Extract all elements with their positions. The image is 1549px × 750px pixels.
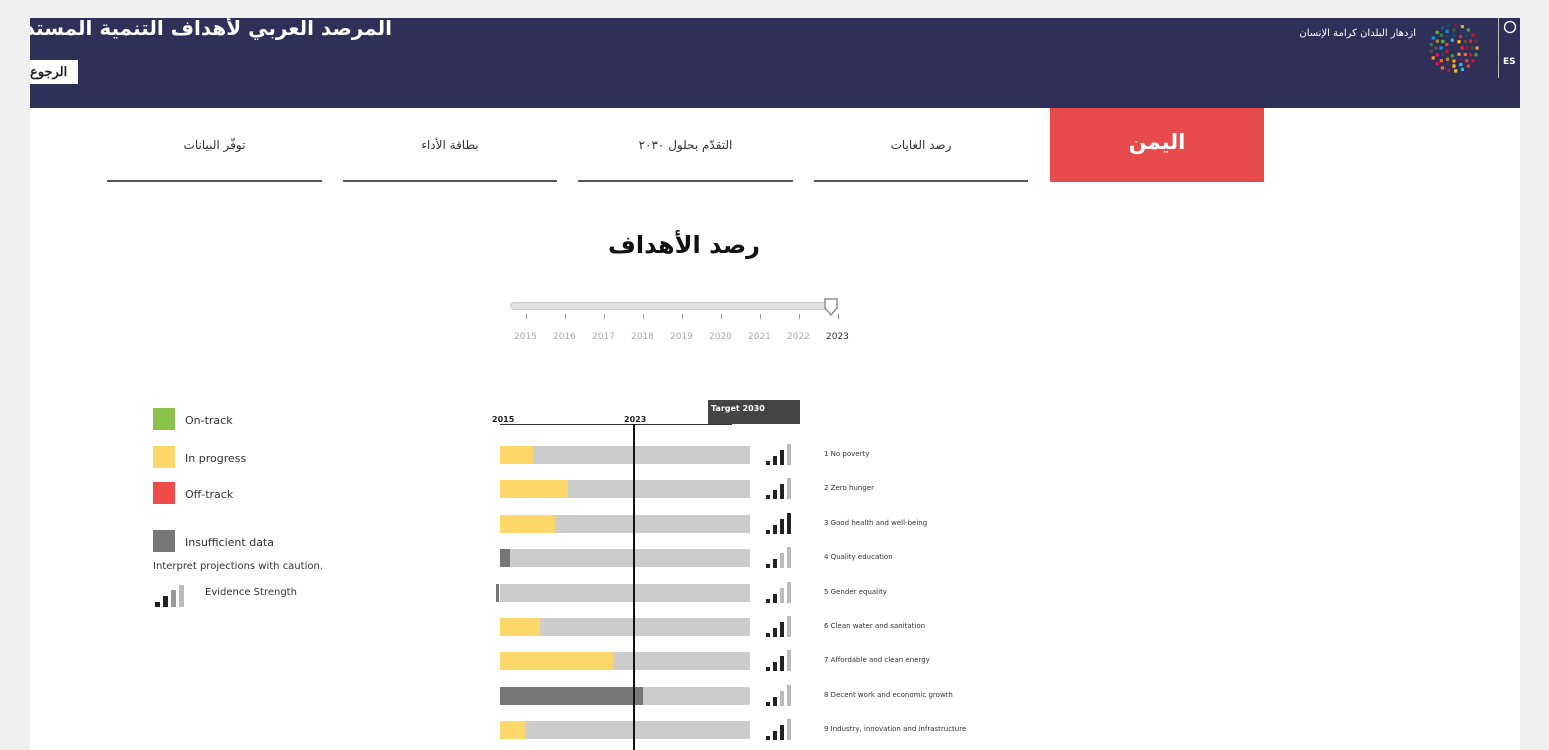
target-2030-label: Target 2030 — [708, 400, 800, 424]
site-header: المرصد العربي لأهداف التنمية المستدامة ا… — [30, 18, 1520, 108]
goal-bar-fill — [500, 687, 643, 705]
in-progress-swatch — [153, 446, 175, 468]
evidence-strength-icon — [766, 547, 798, 569]
section-title: رصد الأهداف — [30, 231, 1338, 259]
goal-label: 2 Zero hunger — [824, 484, 874, 492]
slider-tick — [721, 314, 722, 319]
escwa-abbr: ES — [1503, 57, 1520, 67]
goal-row[interactable]: 4 Quality education — [470, 547, 1070, 567]
caution-note: Interpret projections with caution. — [153, 561, 323, 572]
evidence-strength-icon — [766, 478, 798, 500]
page: المرصد العربي لأهداف التنمية المستدامة ا… — [30, 18, 1520, 750]
off-track-swatch — [153, 482, 175, 504]
slider-year-label[interactable]: 2023 — [826, 332, 849, 342]
year-slider[interactable]: 2015 2016 2017 2018 2019 2020 2021 2022 2023 — [508, 298, 848, 348]
evidence-strength-label: Evidence Strength — [205, 587, 297, 598]
goal-row[interactable]: 9 Industry, innovation and infrastructur… — [470, 719, 1070, 739]
slider-year-label[interactable]: 2020 — [709, 332, 732, 342]
slider-tick — [643, 314, 644, 319]
goal-bar-fill — [500, 446, 533, 464]
tab-data-availability[interactable]: توفّر البيانات — [107, 108, 322, 182]
slider-tick — [682, 314, 683, 319]
evidence-strength-icon — [766, 582, 798, 604]
goal-bar-track — [500, 446, 750, 464]
back-button[interactable]: الرجوع — [30, 60, 78, 84]
goal-bar-fill — [500, 618, 540, 636]
tab-target-tracking[interactable]: رصد الغايات — [814, 108, 1028, 182]
slider-thumb[interactable] — [824, 298, 838, 320]
insufficient-data-label: Insufficient data — [185, 536, 274, 549]
goals-chart: 2015 2023 Target 2030 1 No poverty 2 Zero… — [470, 398, 1070, 750]
slider-year-label[interactable]: 2018 — [631, 332, 654, 342]
goal-row[interactable]: 8 Decent work and economic growth — [470, 685, 1070, 705]
goal-row[interactable]: 3 Good health and well-being — [470, 513, 1070, 533]
axis-line — [500, 424, 732, 425]
tab-scorecard[interactable]: بطاقة الأداء — [343, 108, 557, 182]
slider-year-label[interactable]: 2022 — [787, 332, 810, 342]
evidence-strength-icon — [766, 616, 798, 638]
goal-label: 5 Gender equality — [824, 588, 887, 596]
goal-label: 7 Affordable and clean energy — [824, 656, 930, 664]
current-year-line — [633, 424, 635, 750]
tab-label: بطاقة الأداء — [343, 138, 557, 152]
evidence-strength-icon — [766, 513, 798, 535]
goal-bar-track — [500, 549, 750, 567]
goal-label: 4 Quality education — [824, 553, 893, 561]
evidence-strength-icon — [766, 685, 798, 707]
on-track-swatch — [153, 408, 175, 430]
goal-bar-fill — [500, 480, 568, 498]
evidence-strength-icon — [155, 585, 195, 611]
slider-year-label[interactable]: 2015 — [514, 332, 537, 342]
site-title: المرصد العربي لأهداف التنمية المستدامة — [30, 18, 392, 40]
slider-tick — [838, 314, 839, 319]
off-track-label: Off-track — [185, 488, 233, 501]
goal-row[interactable]: 1 No poverty — [470, 444, 1070, 464]
brand-tagline: ازدهار البلدان كرامة الإنسان — [1299, 28, 1416, 39]
un-emblem-icon — [1503, 27, 1517, 37]
goal-bar-fill — [500, 721, 525, 739]
on-track-label: On-track — [185, 414, 233, 427]
goal-row[interactable]: 6 Clean water and sanitation — [470, 616, 1070, 636]
brand-area: ازدهار البلدان كرامة الإنسان — [1299, 18, 1494, 78]
slider-tick — [799, 314, 800, 319]
goal-label: 6 Clean water and sanitation — [824, 622, 925, 630]
goal-bar-fill — [500, 515, 555, 533]
goal-bar-fill — [500, 652, 613, 670]
in-progress-label: In progress — [185, 452, 246, 465]
slider-tick — [526, 314, 527, 319]
goal-bar-track — [500, 721, 750, 739]
evidence-strength-icon — [766, 650, 798, 672]
goal-row[interactable]: 7 Affordable and clean energy — [470, 650, 1070, 670]
escwa-logo[interactable]: ES — [1498, 18, 1520, 78]
axis-start-label: 2015 — [492, 415, 514, 424]
tab-label: رصد الغايات — [814, 138, 1028, 152]
evidence-strength-icon — [766, 444, 798, 466]
goal-bar-track — [500, 584, 750, 602]
slider-year-label[interactable]: 2021 — [748, 332, 771, 342]
goal-row[interactable]: 2 Zero hunger — [470, 478, 1070, 498]
goal-label: 1 No poverty — [824, 450, 869, 458]
axis-current-label: 2023 — [624, 415, 646, 424]
tab-label: اليمن — [1050, 130, 1264, 154]
goal-row[interactable]: 5 Gender equality — [470, 582, 1070, 602]
evidence-strength-icon — [766, 719, 798, 741]
goal-label: 8 Decent work and economic growth — [824, 691, 953, 699]
slider-tick — [565, 314, 566, 319]
tab-label: التقدّم بحلول ٢٠٣٠ — [578, 138, 793, 152]
goal-bar-fill — [496, 584, 499, 602]
tab-label: توفّر البيانات — [107, 138, 322, 152]
sdg-wheel-icon — [1424, 18, 1484, 82]
slider-tick — [760, 314, 761, 319]
slider-tick — [604, 314, 605, 319]
goal-bar-fill — [500, 549, 510, 567]
goal-label: 3 Good health and well-being — [824, 519, 927, 527]
tab-progress-2030[interactable]: التقدّم بحلول ٢٠٣٠ — [578, 108, 793, 182]
slider-year-label[interactable]: 2019 — [670, 332, 693, 342]
goal-label: 9 Industry, innovation and infrastructur… — [824, 725, 966, 733]
slider-year-label[interactable]: 2016 — [553, 332, 576, 342]
slider-year-label[interactable]: 2017 — [592, 332, 615, 342]
tab-country[interactable]: اليمن — [1050, 108, 1264, 182]
slider-track[interactable] — [510, 302, 832, 310]
insufficient-data-swatch — [153, 530, 175, 552]
